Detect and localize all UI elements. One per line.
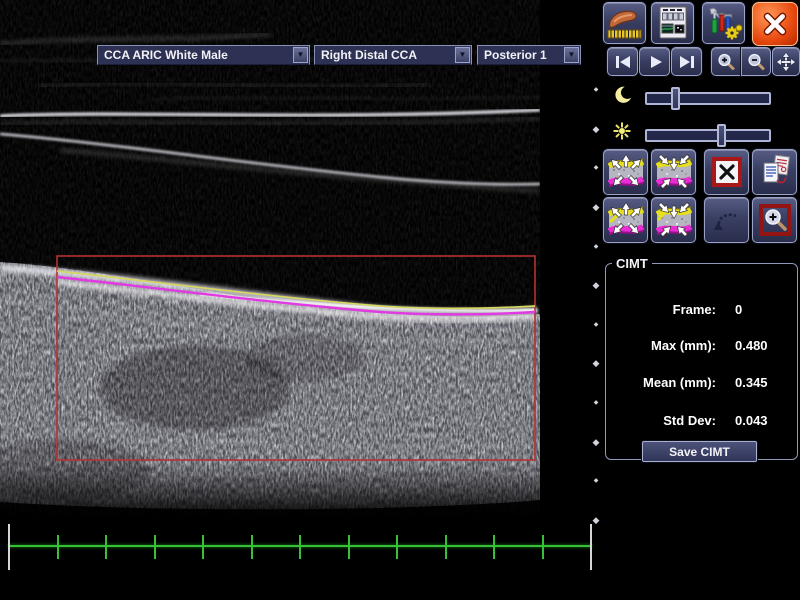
brightness-slider-thumb[interactable] — [717, 124, 726, 147]
ruler-tick — [396, 535, 398, 559]
report-layout-icon — [654, 5, 692, 41]
zoom-in-button[interactable] — [711, 47, 741, 76]
ruler-tick — [202, 535, 204, 559]
ruler-tick — [348, 535, 350, 559]
far-wall-detect-in-button[interactable] — [651, 149, 696, 195]
diamond-icon: ◆ — [594, 244, 599, 250]
cimt-panel-title: CIMT — [612, 256, 652, 271]
first-frame-button[interactable] — [607, 47, 638, 76]
magnify-roi-button[interactable] — [752, 197, 797, 243]
play-button[interactable] — [639, 47, 670, 76]
diamond-icon: ◆ — [593, 281, 600, 290]
ruler-tick — [105, 535, 107, 559]
diamond-icon: ◆ — [594, 165, 599, 171]
mean-value: 0.345 — [735, 374, 768, 392]
ruler-ticks — [8, 524, 592, 570]
settings-tools-button[interactable] — [702, 2, 745, 44]
far-wall-detect-out-icon — [608, 152, 644, 192]
diamond-icon: ◆ — [593, 359, 600, 368]
frame-label: Frame: — [606, 301, 716, 319]
segment-dropdown[interactable]: Right Distal CCA ▼ — [314, 45, 472, 65]
copy-report-button[interactable] — [752, 149, 797, 195]
chevron-down-icon[interactable]: ▼ — [455, 47, 470, 63]
max-value: 0.480 — [735, 337, 768, 355]
undo-button[interactable] — [704, 197, 749, 243]
zoom-in-icon — [716, 52, 736, 71]
diamond-icon: ◆ — [593, 516, 600, 525]
pan-button[interactable] — [772, 47, 800, 76]
ruler-end-tick — [8, 524, 10, 570]
ruler-tick — [57, 535, 59, 559]
panel-divider-diamonds: ◆ ◆ ◆ ◆ ◆ ◆ ◆ ◆ ◆ ◆ ◆ ◆ — [590, 87, 602, 525]
ruler-tick — [542, 535, 544, 559]
diamond-icon: ◆ — [594, 478, 599, 484]
diamond-icon: ◆ — [593, 125, 600, 134]
cimt-analysis-window: { "presets": { "protocol": "CCA ARIC Whi… — [0, 0, 800, 600]
report-layout-button[interactable] — [651, 2, 694, 44]
close-button[interactable] — [752, 2, 798, 46]
pan-icon — [776, 52, 796, 72]
ruler-tick — [299, 535, 301, 559]
contrast-slider-thumb[interactable] — [671, 87, 680, 110]
ruler-tick — [445, 535, 447, 559]
max-label: Max (mm): — [606, 337, 716, 355]
delete-trace-icon — [709, 154, 745, 190]
stddev-label: Std Dev: — [606, 412, 716, 430]
zoom-out-button[interactable] — [741, 47, 771, 76]
frame-value: 0 — [735, 301, 742, 319]
save-cimt-button[interactable]: Save CIMT — [642, 441, 757, 462]
near-wall-detect-out-button[interactable] — [603, 197, 648, 243]
protocol-dropdown[interactable]: CCA ARIC White Male ▼ — [97, 45, 310, 65]
diamond-icon: ◆ — [594, 400, 599, 406]
ruler-tick — [251, 535, 253, 559]
diamond-icon: ◆ — [593, 438, 600, 447]
far-wall-detect-in-icon — [656, 152, 692, 192]
ruler-tick — [154, 535, 156, 559]
close-icon — [758, 7, 792, 41]
probe-measure-icon — [606, 5, 644, 41]
far-wall-detect-out-button[interactable] — [603, 149, 648, 195]
near-wall-detect-out-icon — [608, 200, 644, 240]
delete-trace-button[interactable] — [704, 149, 749, 195]
ruler-end-tick — [590, 524, 592, 570]
diamond-icon: ◆ — [594, 322, 599, 328]
near-wall-detect-in-button[interactable] — [651, 197, 696, 243]
angle-dropdown[interactable]: Posterior 1 ▼ — [477, 45, 581, 65]
cimt-panel: CIMT Frame: 0 Max (mm): 0.480 Mean (mm):… — [605, 256, 798, 460]
diamond-icon: ◆ — [593, 203, 600, 212]
magnify-roi-icon — [757, 202, 793, 238]
stddev-value: 0.043 — [735, 412, 768, 430]
chevron-down-icon[interactable]: ▼ — [293, 47, 308, 63]
last-frame-button[interactable] — [671, 47, 702, 76]
moon-icon — [614, 85, 632, 103]
undo-icon — [710, 203, 744, 237]
copy-report-icon — [757, 153, 793, 191]
angle-dropdown-value: Posterior 1 — [484, 48, 547, 62]
brightness-slider[interactable] — [645, 129, 771, 142]
protocol-dropdown-value: CCA ARIC White Male — [104, 48, 228, 62]
scale-ruler — [8, 524, 592, 570]
probe-measure-button[interactable] — [603, 2, 646, 44]
last-frame-icon — [677, 53, 697, 71]
sun-icon — [612, 121, 632, 141]
zoom-out-icon — [746, 52, 766, 71]
ultrasound-graphics — [0, 0, 540, 520]
chevron-down-icon[interactable]: ▼ — [564, 47, 579, 63]
ruler-tick — [493, 535, 495, 559]
first-frame-icon — [613, 53, 633, 71]
contrast-slider[interactable] — [645, 92, 771, 105]
diamond-icon: ◆ — [594, 87, 599, 93]
settings-tools-icon — [705, 5, 743, 41]
segment-dropdown-value: Right Distal CCA — [321, 48, 417, 62]
near-wall-detect-in-icon — [656, 200, 692, 240]
mean-label: Mean (mm): — [606, 374, 716, 392]
ultrasound-image-canvas[interactable] — [0, 0, 540, 520]
play-icon — [645, 53, 665, 71]
